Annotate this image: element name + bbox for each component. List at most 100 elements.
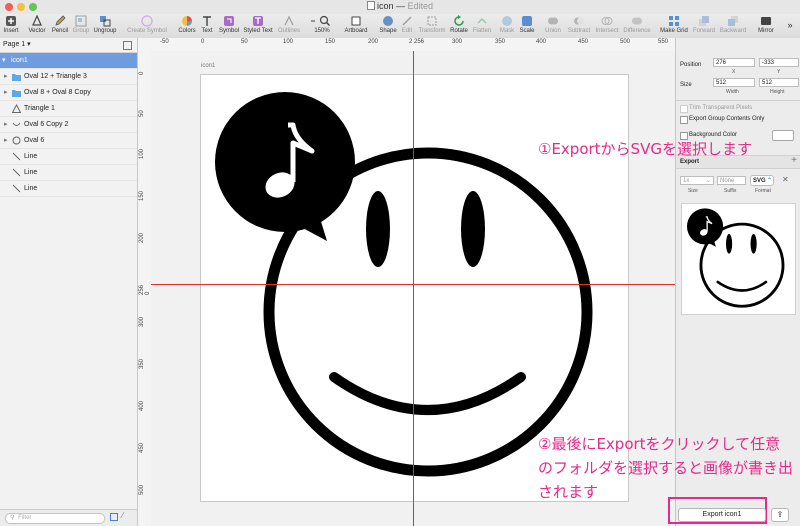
layer-row-line[interactable]: Line [0, 149, 137, 165]
insert-button[interactable]: Insert [1, 14, 21, 38]
disclosure-triangle-icon[interactable]: ▸ [4, 117, 8, 132]
vector-button[interactable]: Vector [27, 14, 47, 38]
layer-row-group[interactable]: ▸ Oval 12 + Triangle 3 [0, 69, 137, 85]
layer-row-shape[interactable]: Triangle 1 [0, 101, 137, 117]
disclosure-triangle-icon[interactable]: ▸ [4, 69, 8, 84]
rotate-label: Rotate [450, 28, 468, 34]
shape-button[interactable]: Shape [378, 14, 398, 38]
add-export-icon[interactable]: + [791, 155, 797, 166]
export-group-checkbox[interactable] [680, 116, 688, 124]
share-button[interactable]: ⇪ [771, 508, 789, 522]
mirror-button[interactable]: Mirror [754, 14, 778, 38]
disclosure-triangle-icon[interactable]: ▸ [4, 85, 8, 100]
ruler-tick: 200 [139, 232, 145, 243]
layer-row-shape[interactable]: ▸ Oval 6 [0, 133, 137, 149]
disclosure-triangle-icon[interactable]: ▸ [4, 133, 8, 148]
rotate-button[interactable]: Rotate [449, 14, 469, 38]
page-selector[interactable]: Page 1 ▾ [0, 38, 137, 53]
divider [676, 100, 800, 101]
symbols-filter-icon[interactable] [110, 513, 118, 521]
create-symbol-button[interactable]: Create Symbol [126, 14, 168, 38]
layer-row-artboard[interactable]: ▾ icon1 [0, 53, 137, 69]
group-button[interactable]: Group [72, 14, 90, 38]
position-x-field[interactable]: 276 [713, 58, 755, 67]
oval-icon [12, 136, 21, 145]
create-symbol-icon [141, 15, 153, 27]
text-button[interactable]: Text [199, 14, 215, 38]
pencil-button[interactable]: Pencil [50, 14, 70, 38]
difference-label: Difference [623, 28, 651, 34]
horizontal-guide[interactable] [151, 284, 675, 285]
ruler-tick: 100 [283, 39, 294, 45]
difference-button[interactable]: Difference [622, 14, 652, 38]
subtract-button[interactable]: Subtract [566, 14, 592, 38]
slices-filter-icon[interactable]: ⁄ [122, 511, 123, 520]
transform-button[interactable]: Transform [417, 14, 447, 38]
make-grid-button[interactable]: Make Grid [660, 14, 688, 38]
ruler-tick: 100 [139, 148, 145, 159]
outlines-button[interactable]: Outlines [276, 14, 302, 38]
forward-button[interactable]: Forward [692, 14, 716, 38]
title-bar: icon — Edited [0, 0, 800, 14]
export-suffix-field[interactable]: None [717, 176, 746, 185]
mask-button[interactable]: Mask [498, 14, 516, 38]
colors-button[interactable]: Colors [177, 14, 197, 38]
filter-placeholder: Filter [18, 515, 32, 521]
layer-row-group[interactable]: ▸ Oval 8 + Oval 8 Copy [0, 85, 137, 101]
ruler-tick: 300 [139, 316, 145, 327]
chevron-down-icon: ⌄ [705, 178, 711, 184]
x-caption: X [732, 69, 736, 75]
ruler-tick: 400 [536, 39, 547, 45]
ruler-tick: 550 [658, 39, 669, 45]
scale-button[interactable]: Scale [518, 14, 536, 38]
mirror-icon [761, 17, 771, 25]
intersect-button[interactable]: Intersect [594, 14, 620, 38]
ruler-tick: 0 [201, 39, 205, 45]
pencil-icon [55, 15, 66, 26]
filter-field[interactable]: ⚲ Filter [5, 513, 105, 524]
export-format-select[interactable]: SVG ⌃ [750, 175, 774, 186]
export-size-select[interactable]: 1x ⌄ [680, 176, 714, 185]
vertical-guide[interactable] [413, 51, 414, 526]
line-icon [12, 152, 21, 161]
text-icon [203, 16, 211, 26]
zoom-control[interactable]: 150% [304, 14, 340, 38]
y-caption: Y [777, 69, 781, 75]
speech-bubble [215, 92, 355, 232]
mask-icon [502, 16, 512, 26]
layer-row-line[interactable]: Line [0, 181, 137, 197]
remove-export-icon[interactable]: ✕ [782, 175, 789, 184]
width-field[interactable]: 512 [713, 78, 755, 87]
canvas[interactable]: icon1 [151, 51, 675, 526]
horizontal-ruler: -50 0 50 100 150 200 2 256 300 350 400 4… [138, 38, 675, 52]
height-field[interactable]: 512 [759, 78, 799, 87]
artboard-button[interactable]: Artboard [342, 14, 370, 38]
share-icon: ⇪ [776, 510, 784, 519]
insert-icon [6, 16, 16, 26]
symbol-button[interactable]: Symbol [217, 14, 241, 38]
union-button[interactable]: Union [544, 14, 562, 38]
edit-icon [402, 16, 412, 26]
backward-button[interactable]: Backward [718, 14, 748, 38]
collapse-pages-icon[interactable] [123, 41, 132, 50]
ungroup-button[interactable]: Ungroup [92, 14, 118, 38]
edit-button[interactable]: Edit [400, 14, 414, 38]
ruler-tick: 350 [495, 39, 506, 45]
styled-text-button[interactable]: Styled Text [243, 14, 273, 38]
styled-text-label: Styled Text [243, 28, 273, 34]
line-icon [12, 184, 21, 193]
layer-row-shape[interactable]: ▸ Oval 6 Copy 2 [0, 117, 137, 133]
trim-checkbox[interactable] [680, 105, 688, 113]
position-y-field[interactable]: -333 [759, 58, 799, 67]
insert-label: Insert [3, 28, 19, 34]
background-color-well[interactable] [772, 130, 794, 141]
export-button[interactable]: Export icon1 [678, 508, 766, 522]
layer-row-line[interactable]: Line [0, 165, 137, 181]
disclosure-triangle-icon[interactable]: ▾ [2, 53, 6, 68]
intersect-icon [601, 17, 613, 25]
toolbar: Insert Vector Pencil Group Ungroup Creat… [0, 14, 800, 39]
flatten-button[interactable]: Flatten [471, 14, 493, 38]
toolbar-overflow-icon[interactable]: » [784, 14, 796, 38]
export-group-label: Export Group Contents Only [689, 116, 765, 122]
artboard-title[interactable]: icon1 [201, 63, 215, 69]
